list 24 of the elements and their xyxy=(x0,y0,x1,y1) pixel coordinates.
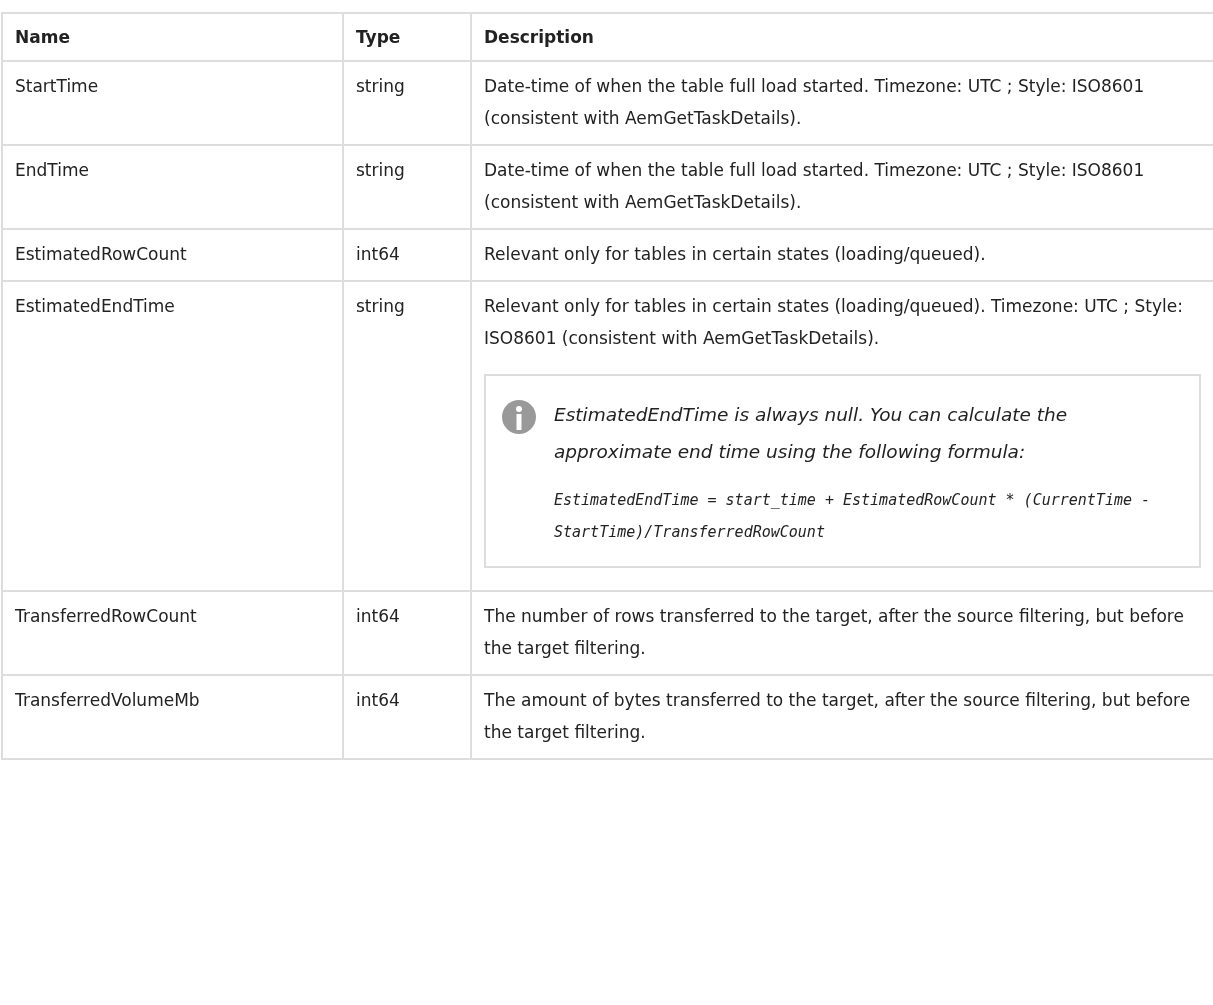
table-cell: StartTime xyxy=(2,61,343,145)
column-header: Description xyxy=(471,13,1213,61)
table-cell: EndTime xyxy=(2,145,343,229)
table-cell: EstimatedRowCount xyxy=(2,229,343,281)
table-cell: TransferredVolumeMb xyxy=(2,675,343,759)
table-cell: TransferredRowCount xyxy=(2,591,343,675)
description-text: The amount of bytes transferred to the target, after the source filtering, but before the target filtering. xyxy=(484,689,1192,744)
note-text: EstimatedEndTime is always null. You can calculate the approximate end time using the following formula: xyxy=(554,403,1069,464)
description-text: Relevant only for tables in certain states (loading/queued). Timezone: UTC ; Style: ISO8601 (consistent with AemGetTaskDetails). xyxy=(484,295,1184,350)
column-header: Name xyxy=(2,13,343,61)
table-cell: EstimatedEndTime xyxy=(2,281,343,591)
column-header: Type xyxy=(343,13,471,61)
table-cell: string xyxy=(343,61,471,145)
description-text: The number of rows transferred to the target, after the source filtering, but before the target filtering. xyxy=(484,605,1185,660)
table-cell: int64 xyxy=(343,675,471,759)
description-text: Relevant only for tables in certain states (loading/queued). xyxy=(484,243,987,266)
table-cell: int64 xyxy=(343,229,471,281)
formula-code: EstimatedEndTime = start_time + EstimatedRowCount * (CurrentTime - StartTime)/TransferredRowCount xyxy=(554,490,1152,543)
table-cell: string xyxy=(343,145,471,229)
info-icon xyxy=(502,400,536,434)
table-cell: string xyxy=(343,281,471,591)
description-text: Date-time of when the table full load started. Timezone: UTC ; Style: ISO8601 (consistent with AemGetTaskDetails). xyxy=(484,75,1146,130)
table-cell: int64 xyxy=(343,591,471,675)
description-text: Date-time of when the table full load started. Timezone: UTC ; Style: ISO8601 (consistent with AemGetTaskDetails). xyxy=(484,159,1146,214)
